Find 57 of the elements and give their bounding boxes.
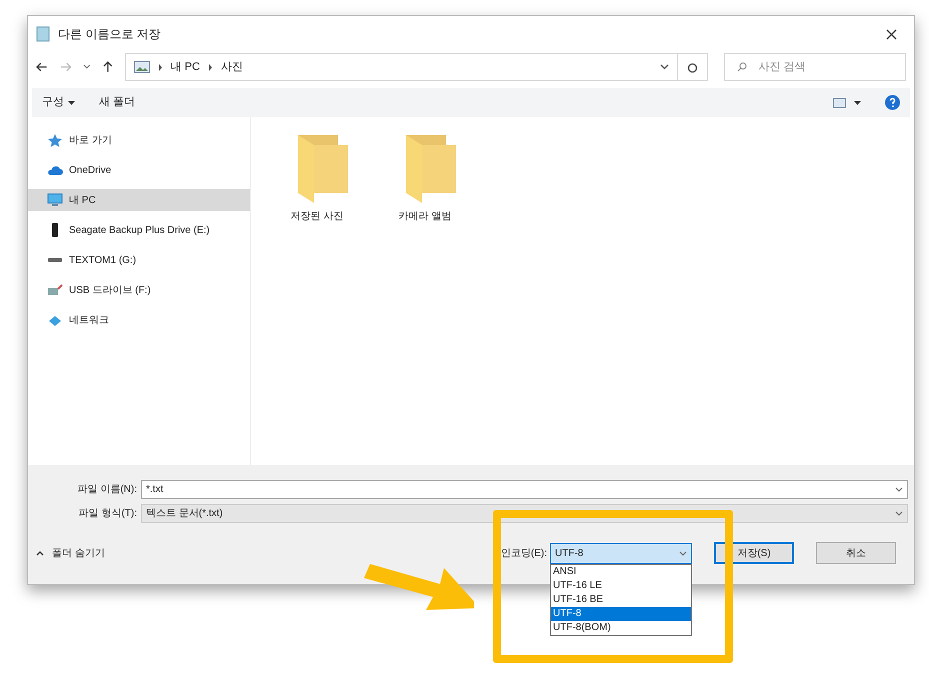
view-icon[interactable] (833, 98, 846, 108)
save-button[interactable]: 저장(S) (714, 542, 794, 564)
notepad-icon (36, 26, 50, 42)
chevron-down-icon (895, 510, 903, 516)
breadcrumb-item[interactable]: 내 PC (170, 58, 200, 76)
folder-name[interactable]: 저장된 사진 (290, 209, 344, 224)
image-icon (134, 61, 150, 73)
sidebar-item[interactable]: 내 PC (28, 189, 250, 211)
encoding-label: 인코딩(E): (500, 546, 547, 560)
search-field[interactable]: 사진 검색 (724, 53, 906, 81)
file-type-label: 파일 형식(T): (78, 506, 138, 520)
close-icon (886, 28, 896, 40)
file-name-input[interactable]: *.txt (146, 482, 895, 496)
chevron-down-icon[interactable] (660, 64, 669, 70)
monitor-icon (47, 193, 63, 207)
sidebar-item[interactable]: 바로 가기 (28, 129, 250, 151)
caret-icon (68, 100, 75, 104)
cancel-button[interactable]: 취소 (816, 542, 896, 564)
usb-drive-icon (47, 283, 63, 297)
breadcrumb-item[interactable]: 사진 (220, 58, 243, 76)
chevron-down-icon (895, 486, 903, 492)
help-icon[interactable] (885, 95, 900, 110)
encoding-option[interactable]: UTF-8(BOM) (551, 620, 691, 634)
sidebar-item[interactable]: OneDrive (28, 159, 250, 181)
encoding-option[interactable]: ANSI (551, 564, 691, 578)
drive-icon (52, 223, 58, 237)
sidebar-item[interactable]: 네트워크 (28, 309, 250, 331)
up-arrow-icon[interactable] (102, 61, 113, 73)
sidebar-item[interactable]: USB 드라이브 (F:) (28, 279, 250, 301)
chevron-right-icon (208, 64, 213, 70)
file-name-field[interactable]: *.txt (141, 480, 908, 498)
refresh-button[interactable] (678, 53, 708, 81)
refresh-icon (686, 62, 698, 72)
chevron-down-icon (679, 550, 687, 556)
encoding-option[interactable]: UTF-16 LE (551, 578, 691, 592)
caret-icon[interactable] (854, 100, 861, 104)
encoding-option[interactable]: UTF-8 (551, 606, 691, 620)
folder-name[interactable]: 카메라 앨범 (398, 209, 452, 224)
address-bar[interactable]: 내 PC 사진 (124, 53, 678, 81)
encoding-option[interactable]: UTF-16 BE (551, 592, 691, 606)
star-icon (47, 133, 63, 147)
drive-icon (48, 258, 62, 262)
sidebar-item[interactable]: TEXTOM1 (G:) (28, 249, 250, 271)
organize-button[interactable]: 구성 (42, 94, 75, 111)
search-icon (736, 62, 747, 72)
search-input[interactable]: 사진 검색 (758, 58, 889, 76)
chevron-right-icon (158, 64, 163, 70)
network-icon (47, 313, 63, 327)
new-folder-button[interactable]: 새 폴더 (99, 94, 136, 111)
window-title: 다른 이름으로 저장 (58, 26, 161, 43)
hide-folders-button[interactable]: 폴더 숨기기 (36, 546, 105, 560)
file-name-label: 파일 이름(N): (76, 482, 138, 496)
chevron-up-icon (36, 550, 44, 556)
sidebar-item[interactable]: Seagate Backup Plus Drive (E:) (28, 219, 250, 241)
encoding-dropdown[interactable]: UTF-8 (550, 542, 692, 564)
back-arrow-icon[interactable] (36, 62, 48, 72)
chevron-down-icon[interactable] (83, 64, 91, 70)
